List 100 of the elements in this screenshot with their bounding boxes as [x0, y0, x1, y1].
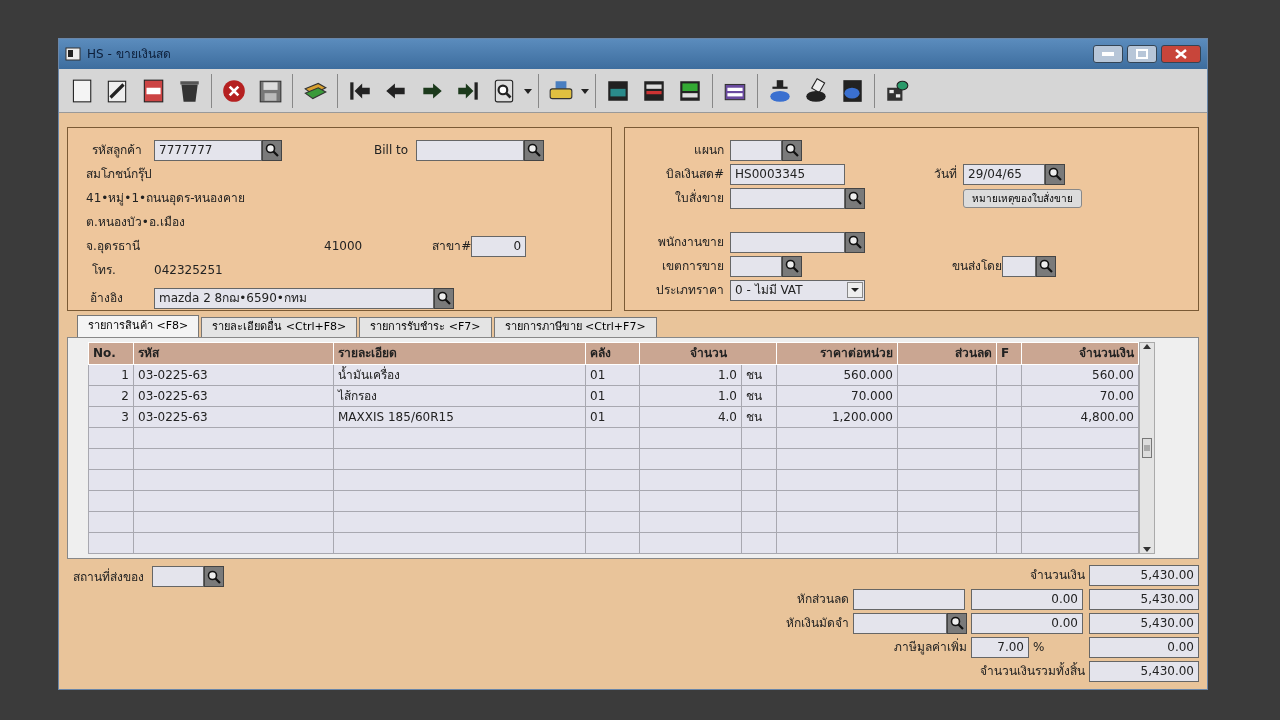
- table-cell: ไส้กรอง: [333, 385, 586, 406]
- column-header[interactable]: จำนวน: [639, 342, 777, 364]
- input-field[interactable]: [730, 231, 845, 253]
- note-button[interactable]: หมายเหตุของใบสั่งขาย: [963, 188, 1082, 208]
- scroll-thumb[interactable]: [1142, 437, 1152, 458]
- search-button[interactable]: [782, 255, 802, 277]
- search-button[interactable]: [1045, 163, 1065, 185]
- input-field[interactable]: 29/04/65: [963, 163, 1045, 185]
- table-cell: 03-0225-63: [133, 364, 334, 385]
- column-header[interactable]: รหัส: [133, 342, 334, 364]
- field-label: พนักงานขาย: [657, 234, 725, 251]
- input-field[interactable]: [730, 255, 782, 277]
- input-field[interactable]: 0.00: [971, 612, 1083, 634]
- cancel-icon: [221, 77, 247, 104]
- address-line: จ.อุดรธานี: [86, 238, 141, 255]
- dropdown-value: 0 - ไม่มี VAT: [735, 282, 803, 299]
- search-icon: [265, 143, 279, 157]
- field-label: แผนก: [693, 142, 725, 159]
- minimize-icon: [1102, 52, 1114, 56]
- search-button[interactable]: [524, 139, 544, 161]
- total-field[interactable]: 5,430.00: [1089, 612, 1199, 634]
- search-icon: [1039, 259, 1053, 273]
- scroll-down-icon[interactable]: [1143, 546, 1151, 553]
- input-field[interactable]: 0.00: [971, 588, 1083, 610]
- input-field[interactable]: [730, 139, 782, 161]
- tab[interactable]: รายการรับชำระ <F7>: [359, 317, 492, 337]
- field-label: วันที่: [933, 165, 958, 183]
- search-button[interactable]: [1036, 255, 1056, 277]
- input-field[interactable]: [1002, 255, 1036, 277]
- search-button[interactable]: [434, 287, 454, 309]
- search-icon: [207, 569, 221, 584]
- address-line: 41•หมู่•1•ถนนอุดร-หนองคาย: [86, 190, 246, 207]
- column-header[interactable]: คลัง: [585, 342, 640, 364]
- search-button[interactable]: [262, 139, 282, 161]
- table-cell: 03-0225-63: [133, 385, 334, 406]
- minimize-button[interactable]: [1093, 45, 1123, 63]
- table-cell: MAXXIS 185/60R15: [333, 406, 586, 427]
- close-button[interactable]: [1161, 45, 1201, 63]
- scroll-up-icon[interactable]: [1143, 342, 1151, 349]
- field-label: ประเภทราคา: [655, 282, 725, 299]
- total-field[interactable]: 5,430.00: [1089, 660, 1199, 682]
- search-button[interactable]: [845, 187, 865, 209]
- input-field[interactable]: [730, 187, 845, 209]
- field-label: อ้างอิง: [90, 290, 124, 307]
- column-header[interactable]: รายละเอียด: [333, 342, 586, 364]
- column-header[interactable]: ราคาต่อหน่วย: [776, 342, 898, 364]
- tab[interactable]: รายการสินค้า <F8>: [77, 315, 200, 337]
- dropdown[interactable]: 0 - ไม่มี VAT: [730, 279, 865, 301]
- close-icon: [1175, 49, 1187, 59]
- input-field[interactable]: mazda 2 8กฌ•6590•กทม: [154, 287, 434, 309]
- field-label: สถานที่ส่งของ: [73, 567, 144, 586]
- input-field[interactable]: [416, 139, 524, 161]
- table-cell: 03-0225-63: [133, 406, 334, 427]
- field-label: ใบสั่งขาย: [674, 189, 725, 207]
- search-icon: [437, 291, 451, 305]
- input-field[interactable]: [152, 566, 204, 587]
- total-field[interactable]: 5,430.00: [1089, 564, 1199, 586]
- table-cell: 1: [88, 364, 134, 385]
- search-icon: [785, 143, 799, 157]
- table-cell: 2: [88, 385, 134, 406]
- app-icon: [65, 47, 81, 61]
- search-icon: [848, 191, 862, 205]
- column-header[interactable]: F: [996, 342, 1022, 364]
- address-line: ต.หนองบัว•อ.เมือง: [86, 214, 185, 231]
- customer-name: สมโภชน์กรุ๊ป: [86, 166, 152, 183]
- search-icon: [950, 616, 964, 630]
- table-cell: 3: [88, 406, 134, 427]
- total-field[interactable]: 0.00: [1089, 636, 1199, 658]
- field-label: ภาษีมูลค่าเพิ่ม: [893, 638, 967, 656]
- field-label: เขตการขาย: [661, 258, 725, 275]
- column-header[interactable]: ส่วนลด: [897, 342, 997, 364]
- scrollbar[interactable]: [1139, 341, 1155, 554]
- search-icon: [848, 235, 862, 249]
- search-button[interactable]: [947, 612, 967, 634]
- input-field[interactable]: 7.00: [971, 636, 1029, 658]
- maximize-button[interactable]: [1127, 45, 1157, 63]
- tab[interactable]: รายละเอียดอื่น <Ctrl+F8>: [201, 317, 358, 337]
- search-button[interactable]: [204, 566, 224, 587]
- field-label: บิลเงินสด#: [664, 166, 725, 183]
- field-label: หักส่วนลด: [796, 591, 849, 608]
- input-field[interactable]: HS0003345: [730, 163, 845, 185]
- maximize-icon: [1136, 49, 1148, 59]
- percent-sign: %: [1033, 639, 1045, 656]
- input-field[interactable]: 7777777: [154, 139, 262, 161]
- table-cell: น้ำมันเครื่อง: [333, 364, 586, 385]
- window-title: HS - ขายเงินสด: [87, 46, 171, 63]
- input-field[interactable]: [853, 588, 965, 610]
- search-button[interactable]: [782, 139, 802, 161]
- field-label: หักเงินมัดจำ: [786, 615, 849, 632]
- postcode: 41000: [324, 238, 363, 255]
- input-field[interactable]: 0: [471, 235, 527, 257]
- caret-icon: [847, 282, 863, 298]
- tab[interactable]: รายการภาษีขาย <Ctrl+F7>: [493, 317, 657, 337]
- column-header[interactable]: No.: [88, 342, 134, 364]
- column-header[interactable]: จำนวนเงิน: [1021, 342, 1139, 364]
- total-field[interactable]: 5,430.00: [1089, 588, 1199, 610]
- search-button[interactable]: [845, 231, 865, 253]
- caret-icon: [524, 88, 532, 94]
- field-label: โทร.: [92, 262, 117, 279]
- input-field[interactable]: [853, 612, 947, 634]
